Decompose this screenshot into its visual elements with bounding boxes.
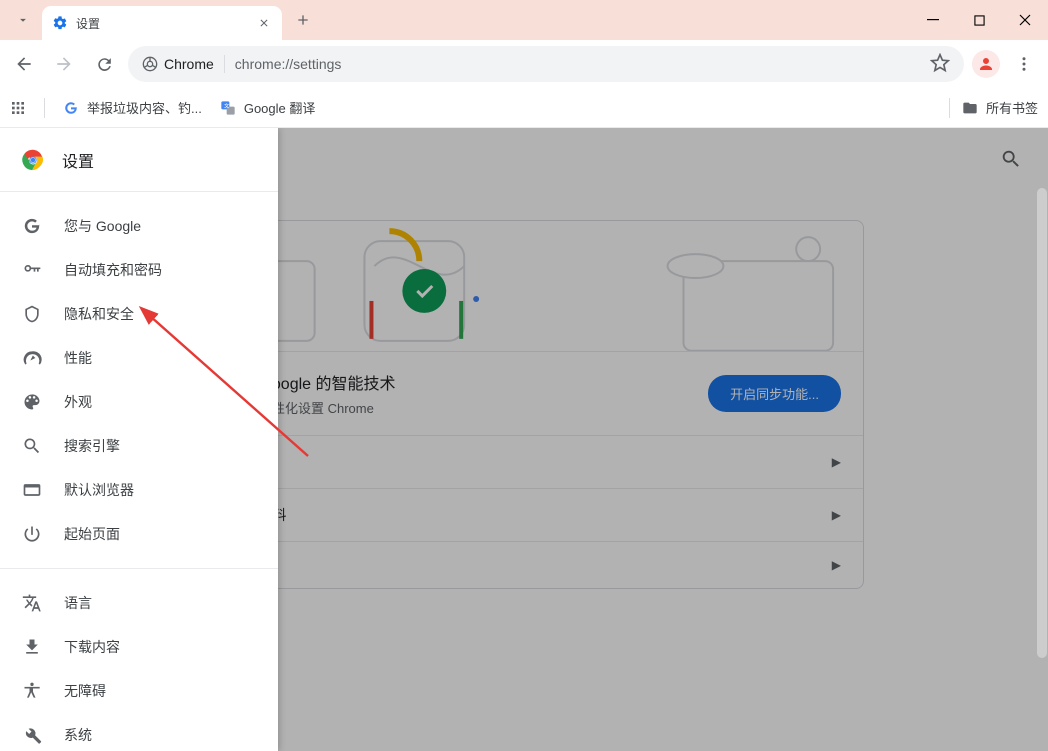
chrome-profile-row[interactable]: me 个人资料 ▶ bbox=[185, 488, 863, 541]
tab-search-button[interactable] bbox=[8, 5, 38, 35]
you-and-google-card: 中畅享 Google 的智能技术 上同步并个性化设置 Chrome 开启同步功能… bbox=[184, 220, 864, 589]
power-icon bbox=[22, 524, 42, 544]
chrome-logo-icon bbox=[22, 149, 44, 171]
turn-on-sync-button[interactable]: 开启同步功能... bbox=[708, 375, 841, 412]
sidebar-item-search-engine[interactable]: 搜索引擎 bbox=[0, 424, 278, 468]
bookmark-label: 举报垃圾内容、钓... bbox=[87, 98, 202, 117]
omnibox-divider bbox=[224, 55, 225, 73]
key-icon bbox=[22, 260, 42, 280]
extra-row[interactable]: ▶ bbox=[185, 541, 863, 588]
minimize-button[interactable] bbox=[910, 0, 956, 40]
sidebar-item-system[interactable]: 系统 bbox=[0, 713, 278, 751]
speedometer-icon bbox=[22, 348, 42, 368]
forward-button[interactable] bbox=[48, 48, 80, 80]
palette-icon bbox=[22, 392, 42, 412]
sidebar-item-privacy[interactable]: 隐私和安全 bbox=[0, 292, 278, 336]
sidebar-item-appearance[interactable]: 外观 bbox=[0, 380, 278, 424]
settings-sidebar: 设置 您与 Google 自动填充和密码 隐私和安全 性能 bbox=[0, 128, 278, 751]
google-services-row[interactable]: gle 服务 ▶ bbox=[185, 435, 863, 488]
wrench-icon bbox=[22, 725, 42, 745]
bookmark-google-translate[interactable]: 文 Google 翻译 bbox=[220, 98, 316, 117]
browser-tab[interactable]: 设置 bbox=[42, 6, 282, 40]
tab-title: 设置 bbox=[76, 15, 256, 32]
chrome-menu-icon[interactable] bbox=[1008, 48, 1040, 80]
accessibility-icon bbox=[22, 681, 42, 701]
window-controls bbox=[910, 0, 1048, 40]
translate-icon: 文 bbox=[220, 100, 236, 116]
sidebar-item-label: 隐私和安全 bbox=[64, 304, 134, 324]
sidebar-item-label: 外观 bbox=[64, 392, 92, 412]
hero-svg bbox=[185, 221, 863, 351]
sidebar-item-on-startup[interactable]: 起始页面 bbox=[0, 512, 278, 556]
sidebar-item-label: 自动填充和密码 bbox=[64, 260, 162, 280]
all-bookmarks-label: 所有书签 bbox=[986, 98, 1038, 117]
browser-icon bbox=[22, 480, 42, 500]
bookmark-report-spam[interactable]: 举报垃圾内容、钓... bbox=[63, 98, 202, 117]
sidebar-item-autofill[interactable]: 自动填充和密码 bbox=[0, 248, 278, 292]
download-icon bbox=[22, 637, 42, 657]
sidebar-item-label: 您与 Google bbox=[64, 216, 141, 236]
url-text: chrome://settings bbox=[235, 56, 920, 72]
shield-icon bbox=[22, 304, 42, 324]
all-bookmarks-button[interactable]: 所有书签 bbox=[962, 98, 1038, 117]
bookmark-star-icon[interactable] bbox=[930, 53, 950, 76]
sidebar-item-accessibility[interactable]: 无障碍 bbox=[0, 669, 278, 713]
maximize-button[interactable] bbox=[956, 0, 1002, 40]
bookmark-divider bbox=[949, 98, 950, 118]
search-icon bbox=[22, 436, 42, 456]
sidebar-item-label: 下载内容 bbox=[64, 637, 120, 657]
sync-promo: 中畅享 Google 的智能技术 上同步并个性化设置 Chrome 开启同步功能… bbox=[185, 351, 863, 435]
apps-grid-icon[interactable] bbox=[10, 100, 26, 116]
sidebar-item-label: 搜索引擎 bbox=[64, 436, 120, 456]
sidebar-item-label: 系统 bbox=[64, 725, 92, 745]
sidebar-header: 设置 bbox=[0, 128, 278, 192]
sidebar-scrollbar[interactable] bbox=[1037, 188, 1047, 658]
sidebar-item-label: 默认浏览器 bbox=[64, 480, 134, 500]
profile-avatar[interactable] bbox=[972, 50, 1000, 78]
sidebar-item-performance[interactable]: 性能 bbox=[0, 336, 278, 380]
bookmark-label: Google 翻译 bbox=[244, 98, 316, 117]
address-bar[interactable]: Chrome chrome://settings bbox=[128, 46, 964, 82]
page-content: 中畅享 Google 的智能技术 上同步并个性化设置 Chrome 开启同步功能… bbox=[0, 128, 1048, 751]
google-g-icon bbox=[22, 216, 42, 236]
browser-toolbar: Chrome chrome://settings bbox=[0, 40, 1048, 88]
language-icon bbox=[22, 593, 42, 613]
close-window-button[interactable] bbox=[1002, 0, 1048, 40]
close-tab-icon[interactable] bbox=[256, 15, 272, 31]
hero-illustration bbox=[185, 221, 863, 351]
bookmark-divider bbox=[44, 98, 45, 118]
settings-gear-icon bbox=[52, 15, 68, 31]
sidebar-item-you-and-google[interactable]: 您与 Google bbox=[0, 204, 278, 248]
title-bar: 设置 bbox=[0, 0, 1048, 40]
site-chip[interactable]: Chrome bbox=[142, 56, 214, 72]
sidebar-item-label: 起始页面 bbox=[64, 524, 120, 544]
folder-icon bbox=[962, 100, 978, 116]
chevron-right-icon: ▶ bbox=[832, 508, 841, 522]
sidebar-item-label: 性能 bbox=[64, 348, 92, 368]
sidebar-item-label: 无障碍 bbox=[64, 681, 106, 701]
new-tab-button[interactable] bbox=[288, 5, 318, 35]
chrome-icon bbox=[142, 56, 158, 72]
chevron-right-icon: ▶ bbox=[832, 558, 841, 572]
sidebar-item-default-browser[interactable]: 默认浏览器 bbox=[0, 468, 278, 512]
sidebar-item-downloads[interactable]: 下载内容 bbox=[0, 625, 278, 669]
reload-button[interactable] bbox=[88, 48, 120, 80]
sidebar-title: 设置 bbox=[62, 148, 94, 172]
sidebar-item-languages[interactable]: 语言 bbox=[0, 581, 278, 625]
google-g-icon bbox=[63, 100, 79, 116]
sidebar-item-label: 语言 bbox=[64, 593, 92, 613]
back-button[interactable] bbox=[8, 48, 40, 80]
site-chip-label: Chrome bbox=[164, 56, 214, 72]
bookmarks-bar: 举报垃圾内容、钓... 文 Google 翻译 所有书签 bbox=[0, 88, 1048, 128]
chevron-right-icon: ▶ bbox=[832, 455, 841, 469]
search-icon[interactable] bbox=[1000, 148, 1022, 173]
